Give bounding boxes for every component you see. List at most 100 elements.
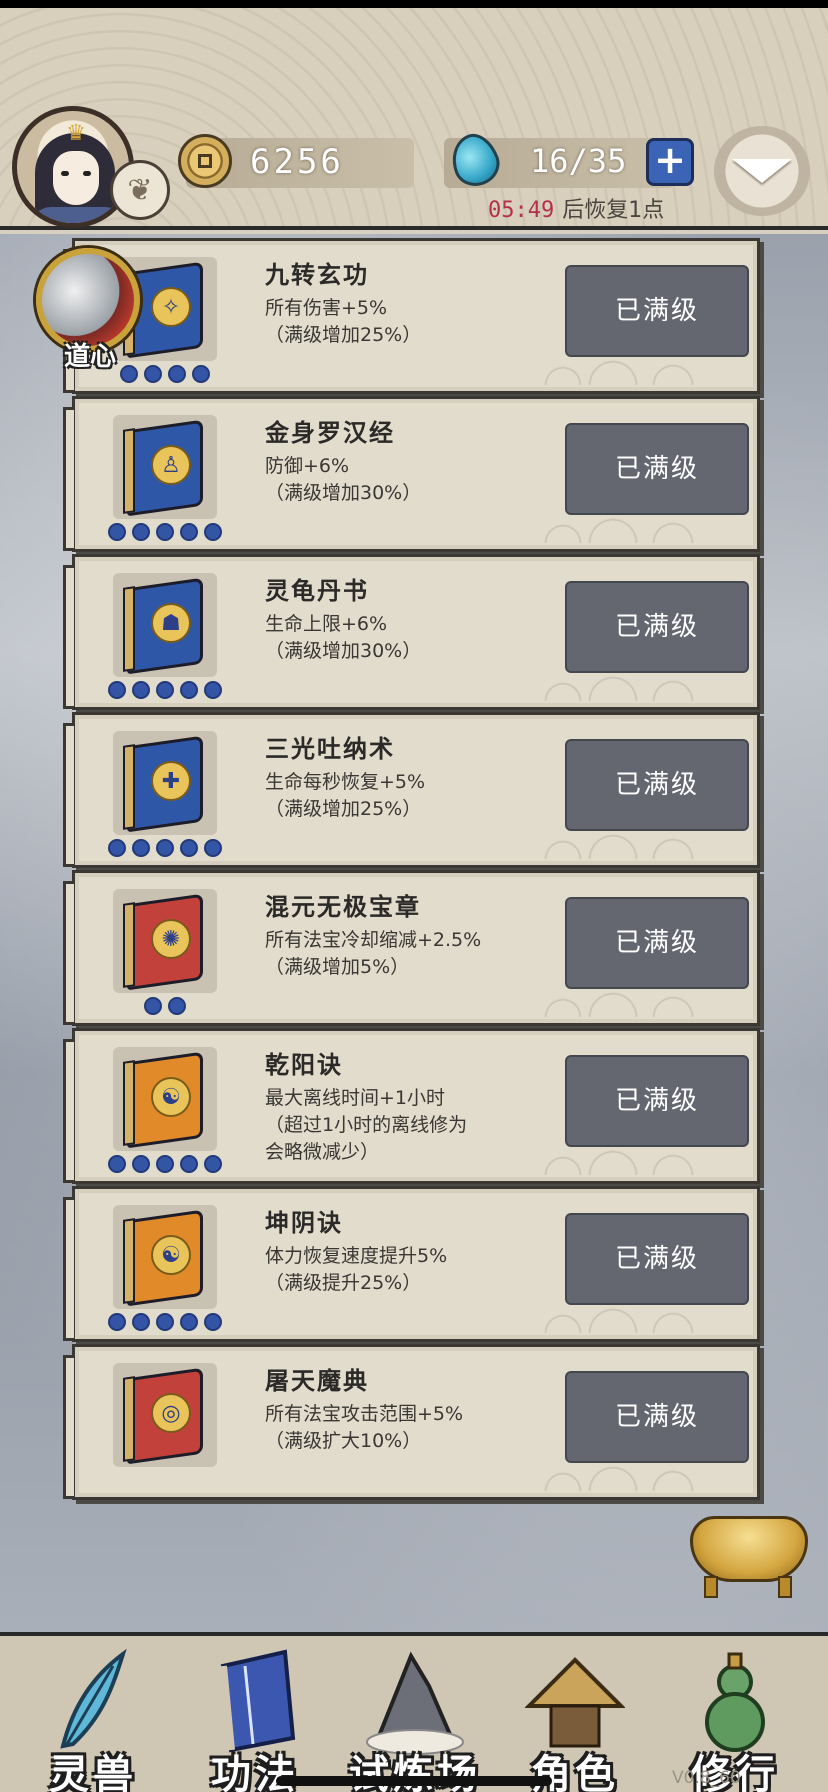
skill-description: 最大离线时间+1小时 （超过1小时的离线修为 会略微减少） <box>265 1087 468 1163</box>
sword-icon: ✧ <box>151 287 191 327</box>
stamina-value: 16/35 <box>530 142 627 180</box>
max-level-button[interactable]: 已满级 <box>565 1371 749 1463</box>
chevron-down-icon <box>732 159 792 183</box>
level-dot <box>180 681 198 699</box>
level-dot <box>108 1313 126 1331</box>
buddha-icon: ♙ <box>151 445 191 485</box>
nav-tab-character[interactable]: 角色 <box>500 1640 650 1792</box>
level-dot <box>156 1155 174 1173</box>
feather-icon <box>60 1648 127 1749</box>
add-stamina-button[interactable]: + <box>646 138 694 186</box>
skill-book-icon: ☯ <box>113 1205 217 1309</box>
skill-card[interactable]: ◎ 屠天魔典所有法宝攻击范围+5% （满级扩大10%） 已满级 <box>63 1344 760 1500</box>
top-bar: ♛ ❦ 6256 16/35 + 05:49 后恢复1点 <box>0 8 828 230</box>
recover-text: 后恢复1点 <box>562 198 665 223</box>
level-dots <box>144 997 186 1017</box>
skill-card[interactable]: ✧ 九转玄功 所有伤害+5% （满级增加25%） 已满级 <box>63 238 760 394</box>
level-dot <box>132 1155 150 1173</box>
skill-title: 灵龟丹书 <box>265 576 369 605</box>
incense-burner-icon <box>690 1516 808 1582</box>
max-level-button[interactable]: 已满级 <box>565 581 749 673</box>
skill-title: 屠天魔典 <box>265 1366 369 1395</box>
avatar-eye-left <box>61 171 69 176</box>
level-dots <box>108 681 222 701</box>
level-dot <box>156 839 174 857</box>
max-level-button[interactable]: 已满级 <box>565 423 749 515</box>
level-dot <box>156 523 174 541</box>
cloud-decoration <box>543 671 743 701</box>
level-dot <box>132 1313 150 1331</box>
max-level-button[interactable]: 已满级 <box>565 1055 749 1147</box>
level-dots <box>108 1313 222 1333</box>
coin-icon <box>178 134 232 188</box>
level-dots <box>108 839 222 859</box>
cloud-decoration <box>543 1145 743 1175</box>
skill-card[interactable]: ✺ 混元无极宝章所有法宝冷却缩减+2.5% （满级增加5%） 已满级 <box>63 870 760 1026</box>
skill-card[interactable]: ☯ 坤阴诀 体力恢复速度提升5% （满级提升25%） 已满级 <box>63 1186 760 1342</box>
dropdown-menu-button[interactable] <box>714 126 810 216</box>
skill-card[interactable]: ☯ 乾阳诀最大离线时间+1小时 （超过1小时的离线修为 会略微减少） 已满级 <box>63 1028 760 1184</box>
nav-tab-trial-ground[interactable]: 试炼场 <box>340 1640 490 1792</box>
screen: ♛ ❦ 6256 16/35 + 05:49 后恢复1点 ✧ 九转玄功 所有伤害+5%… <box>0 8 828 1792</box>
book-spine <box>123 586 135 672</box>
skill-book-icon: ✚ <box>113 731 217 835</box>
avatar-robe <box>31 207 125 223</box>
level-dot <box>108 1155 126 1173</box>
skill-title: 九转玄功 <box>265 260 369 289</box>
skill-book-icon: ◎ <box>113 1363 217 1467</box>
max-level-button[interactable]: 已满级 <box>565 265 749 357</box>
skill-description: 体力恢复速度提升5% （满级提升25%） <box>265 1245 448 1294</box>
nav-tab-spirit-beast[interactable]: 灵兽 <box>18 1640 168 1792</box>
feather-icon[interactable]: ❦ <box>110 160 170 220</box>
cloud-decoration <box>543 355 743 385</box>
skill-title: 乾阳诀 <box>265 1050 343 1079</box>
book-icon <box>219 1649 296 1753</box>
book-spine <box>123 902 135 988</box>
level-dot <box>192 365 210 383</box>
mountain-icon <box>366 1651 464 1755</box>
cloud-decoration <box>543 829 743 859</box>
yinyang-icon: ☯ <box>151 1077 191 1117</box>
skill-card[interactable]: ✚ 三光吐纳术 生命每秒恢复+5% （满级增加25%） 已满级 <box>63 712 760 868</box>
nav-label: 灵兽 <box>49 1751 137 1792</box>
avatar-eye-right <box>83 171 91 176</box>
level-dot <box>168 365 186 383</box>
level-dot <box>108 839 126 857</box>
book-spine <box>123 744 135 830</box>
book-spine <box>123 428 135 514</box>
level-dot <box>132 523 150 541</box>
max-level-button[interactable]: 已满级 <box>565 897 749 989</box>
target-icon: ◎ <box>151 1393 191 1433</box>
level-dot <box>168 997 186 1015</box>
skill-title: 混元无极宝章 <box>265 892 421 921</box>
level-dot <box>156 1313 174 1331</box>
flower-icon: ✺ <box>151 919 191 959</box>
turtle-icon: ☗ <box>151 603 191 643</box>
skill-description: 防御+6% （满级增加30%） <box>265 455 422 504</box>
book-spine <box>123 1218 135 1304</box>
daoxin-label: 道心 <box>63 342 116 372</box>
skill-card[interactable]: ☗ 灵龟丹书生命上限+6% （满级增加30%） 已满级 <box>63 554 760 710</box>
level-dot <box>204 1313 222 1331</box>
max-level-button[interactable]: 已满级 <box>565 739 749 831</box>
skill-description: 生命上限+6% （满级增加30%） <box>265 613 422 662</box>
daoxin-badge[interactable]: 道心 <box>30 242 148 372</box>
skill-book-icon: ♙ <box>113 415 217 519</box>
home-indicator[interactable] <box>276 1776 552 1786</box>
max-level-button[interactable]: 已满级 <box>565 1213 749 1305</box>
skill-title: 三光吐纳术 <box>265 734 395 763</box>
recover-timer: 05:49 <box>488 198 555 223</box>
skill-description: 所有法宝冷却缩减+2.5% （满级增加5%） <box>265 929 482 978</box>
level-dots <box>108 523 222 543</box>
skill-description: 所有法宝攻击范围+5% （满级扩大10%） <box>265 1403 464 1452</box>
level-dot <box>132 839 150 857</box>
level-dot <box>156 681 174 699</box>
nav-tab-skills[interactable]: 功法 <box>180 1640 330 1792</box>
level-dot <box>108 523 126 541</box>
skill-list[interactable]: ✧ 九转玄功 所有伤害+5% （满级增加25%） 已满级 ♙ 金身罗汉经 防御+6% （满级… <box>0 234 828 1632</box>
recover-info: 05:49 后恢复1点 <box>488 192 665 223</box>
skill-card[interactable]: ♙ 金身罗汉经 防御+6% （满级增加30%） 已满级 <box>63 396 760 552</box>
incense-burner-button[interactable] <box>686 1502 812 1600</box>
level-dot <box>108 681 126 699</box>
player-avatar[interactable]: ♛ <box>12 106 134 228</box>
